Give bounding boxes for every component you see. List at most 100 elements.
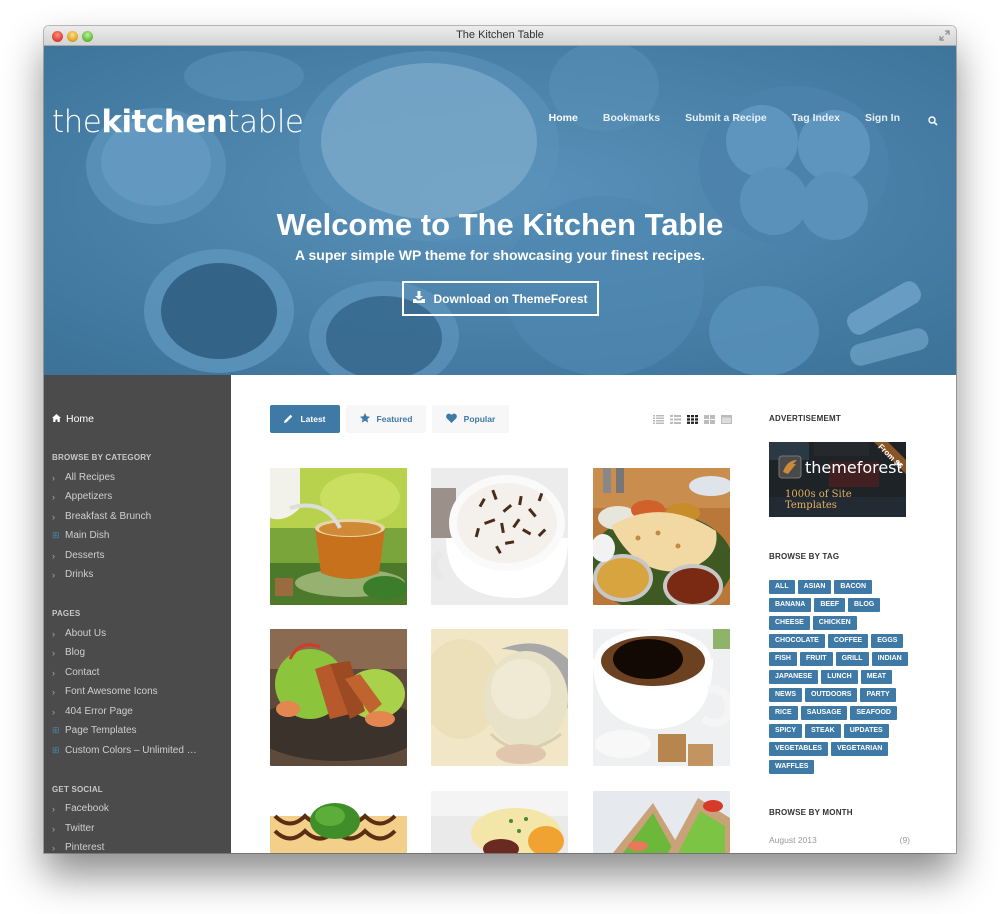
recipe-thumb-coffee[interactable] bbox=[593, 629, 730, 766]
sidebar-item-contact[interactable]: › Contact bbox=[52, 667, 99, 678]
window-titlebar: The Kitchen Table bbox=[44, 26, 956, 46]
browse-by-tag-heading: BROWSE BY TAG bbox=[769, 552, 840, 561]
tag-party[interactable]: PARTY bbox=[860, 688, 896, 702]
recipe-thumb-indian-thali[interactable] bbox=[593, 468, 730, 605]
sidebar-item-main-dish[interactable]: ⊞ Main Dish bbox=[52, 530, 109, 541]
tag-news[interactable]: NEWS bbox=[769, 688, 802, 702]
recipe-thumb-crepes[interactable] bbox=[270, 791, 407, 853]
sidebar-item-pinterest[interactable]: › Pinterest bbox=[52, 842, 104, 853]
sidebar-item-font-awesome-icons[interactable]: › Font Awesome Icons bbox=[52, 686, 158, 697]
sidebar-heading-social: GET SOCIAL bbox=[52, 785, 103, 794]
sidebar-item-desserts[interactable]: › Desserts bbox=[52, 550, 104, 561]
month-label: August 2013 bbox=[769, 835, 817, 845]
main-nav: Home Bookmarks Submit a Recipe Tag Index… bbox=[524, 112, 938, 126]
tag-coffee[interactable]: COFFEE bbox=[827, 634, 869, 648]
sidebar-item-404-error-page[interactable]: › 404 Error Page bbox=[52, 706, 133, 717]
tag-lunch[interactable]: LUNCH bbox=[821, 670, 858, 684]
sidebar-item-facebook[interactable]: › Facebook bbox=[52, 803, 109, 814]
tag-outdoors[interactable]: OUTDOORS bbox=[805, 688, 858, 702]
chevron-right-icon: › bbox=[52, 706, 55, 717]
tag-fruit[interactable]: FRUIT bbox=[799, 652, 833, 666]
tag-steak[interactable]: STEAK bbox=[805, 724, 841, 738]
month-archive-item[interactable]: August 2013 (9) bbox=[769, 835, 910, 845]
tag-waffles[interactable]: WAFFLES bbox=[769, 760, 815, 774]
sidebar-item-about-us[interactable]: › About Us bbox=[52, 628, 106, 639]
home-icon bbox=[52, 413, 61, 425]
sidebar-item-blog[interactable]: › Blog bbox=[52, 647, 85, 658]
chevron-right-icon: › bbox=[52, 472, 55, 483]
tag-updates[interactable]: UPDATES bbox=[843, 724, 889, 738]
single-view-icon[interactable] bbox=[721, 411, 732, 424]
plus-square-icon[interactable]: ⊞ bbox=[52, 530, 65, 541]
heart-icon bbox=[445, 413, 457, 425]
tag-japanese[interactable]: JAPANESE bbox=[769, 670, 819, 684]
tab-featured[interactable]: Featured bbox=[346, 405, 426, 433]
site-logo[interactable]: thekitchentable bbox=[52, 104, 304, 140]
grid-2-view-icon[interactable] bbox=[704, 411, 715, 424]
chevron-right-icon: › bbox=[52, 842, 55, 853]
tag-vegetables[interactable]: VEGETABLES bbox=[769, 742, 828, 756]
plus-square-icon[interactable]: ⊞ bbox=[52, 725, 65, 736]
tag-seafood[interactable]: SEAFOOD bbox=[850, 706, 897, 720]
tag-all[interactable]: ALL bbox=[769, 580, 795, 594]
tag-asian[interactable]: ASIAN bbox=[797, 580, 832, 594]
nav-bookmarks[interactable]: Bookmarks bbox=[603, 112, 660, 124]
download-themeforest-button[interactable]: Download on ThemeForest bbox=[402, 281, 599, 316]
sidebar-item-drinks[interactable]: › Drinks bbox=[52, 569, 93, 580]
tag-bacon[interactable]: BACON bbox=[834, 580, 873, 594]
recipe-thumb-hot-chocolate[interactable] bbox=[431, 468, 568, 605]
grid-3-view-icon[interactable] bbox=[687, 411, 698, 424]
chevron-right-icon: › bbox=[52, 647, 55, 658]
recipe-thumb-eggs-benedict[interactable] bbox=[431, 791, 568, 853]
themeforest-ad-banner[interactable]: From $5 themeforest 1000s of Site Templa… bbox=[769, 442, 906, 517]
tag-vegetarian[interactable]: VEGETARIAN bbox=[830, 742, 889, 756]
hero-subtitle: A super simple WP theme for showcasing y… bbox=[295, 247, 705, 263]
sidebar-item-page-templates[interactable]: ⊞ Page Templates bbox=[52, 725, 137, 736]
tag-banana[interactable]: BANANA bbox=[769, 598, 812, 612]
fullscreen-icon[interactable] bbox=[939, 30, 950, 41]
chevron-right-icon: › bbox=[52, 686, 55, 697]
tag-fish[interactable]: FISH bbox=[769, 652, 797, 666]
sidebar-home-link[interactable]: Home bbox=[52, 413, 94, 425]
nav-sign-in[interactable]: Sign In bbox=[865, 112, 900, 124]
chevron-right-icon: › bbox=[52, 511, 55, 522]
nav-tag-index[interactable]: Tag Index bbox=[792, 112, 840, 124]
sidebar-item-breakfast-brunch[interactable]: › Breakfast & Brunch bbox=[52, 511, 151, 522]
recipe-thumb-tea[interactable] bbox=[270, 468, 407, 605]
recipe-filter-tabs: Latest Featured Popular bbox=[270, 405, 509, 433]
sidebar-item-twitter[interactable]: › Twitter bbox=[52, 823, 94, 834]
tag-meat[interactable]: MEAT bbox=[860, 670, 893, 684]
sidebar-item-all-recipes[interactable]: › All Recipes bbox=[52, 472, 115, 483]
list-detailed-view-icon[interactable] bbox=[653, 411, 664, 424]
tag-spicy[interactable]: SPICY bbox=[769, 724, 803, 738]
tag-eggs[interactable]: EGGS bbox=[871, 634, 904, 648]
browser-window: The Kitchen Table thekitchentable Home B… bbox=[44, 26, 956, 853]
tab-popular[interactable]: Popular bbox=[432, 405, 509, 433]
nav-submit-recipe[interactable]: Submit a Recipe bbox=[685, 112, 767, 124]
nav-home[interactable]: Home bbox=[549, 112, 578, 124]
list-view-icon[interactable] bbox=[670, 411, 681, 424]
tag-chicken[interactable]: CHICKEN bbox=[812, 616, 857, 630]
view-mode-toggles bbox=[653, 411, 732, 424]
recipe-thumb-club-sandwich[interactable] bbox=[593, 791, 730, 853]
tab-latest[interactable]: Latest bbox=[270, 405, 340, 433]
tag-cheese[interactable]: CHEESE bbox=[769, 616, 810, 630]
tag-sausage[interactable]: SAUSAGE bbox=[800, 706, 848, 720]
chevron-right-icon: › bbox=[52, 628, 55, 639]
sidebar-heading-category: BROWSE BY CATEGORY bbox=[52, 453, 152, 462]
download-icon bbox=[413, 291, 426, 306]
hero-banner: thekitchentable Home Bookmarks Submit a … bbox=[44, 46, 956, 375]
tag-beef[interactable]: BEEF bbox=[814, 598, 846, 612]
sidebar-item-appetizers[interactable]: › Appetizers bbox=[52, 491, 112, 502]
recipe-thumb-eel-salad[interactable] bbox=[270, 629, 407, 766]
tag-chocolate[interactable]: CHOCOLATE bbox=[769, 634, 825, 648]
tag-grill[interactable]: GRILL bbox=[835, 652, 869, 666]
sidebar-item-custom-colors[interactable]: ⊞ Custom Colors – Unlimited … bbox=[52, 745, 197, 756]
recipe-thumb-ice-cream[interactable] bbox=[431, 629, 568, 766]
plus-square-icon[interactable]: ⊞ bbox=[52, 745, 65, 756]
tag-blog[interactable]: BLOG bbox=[848, 598, 881, 612]
tag-rice[interactable]: RICE bbox=[769, 706, 798, 720]
search-icon[interactable] bbox=[928, 113, 938, 126]
tag-indian[interactable]: INDIAN bbox=[871, 652, 908, 666]
chevron-right-icon: › bbox=[52, 667, 55, 678]
